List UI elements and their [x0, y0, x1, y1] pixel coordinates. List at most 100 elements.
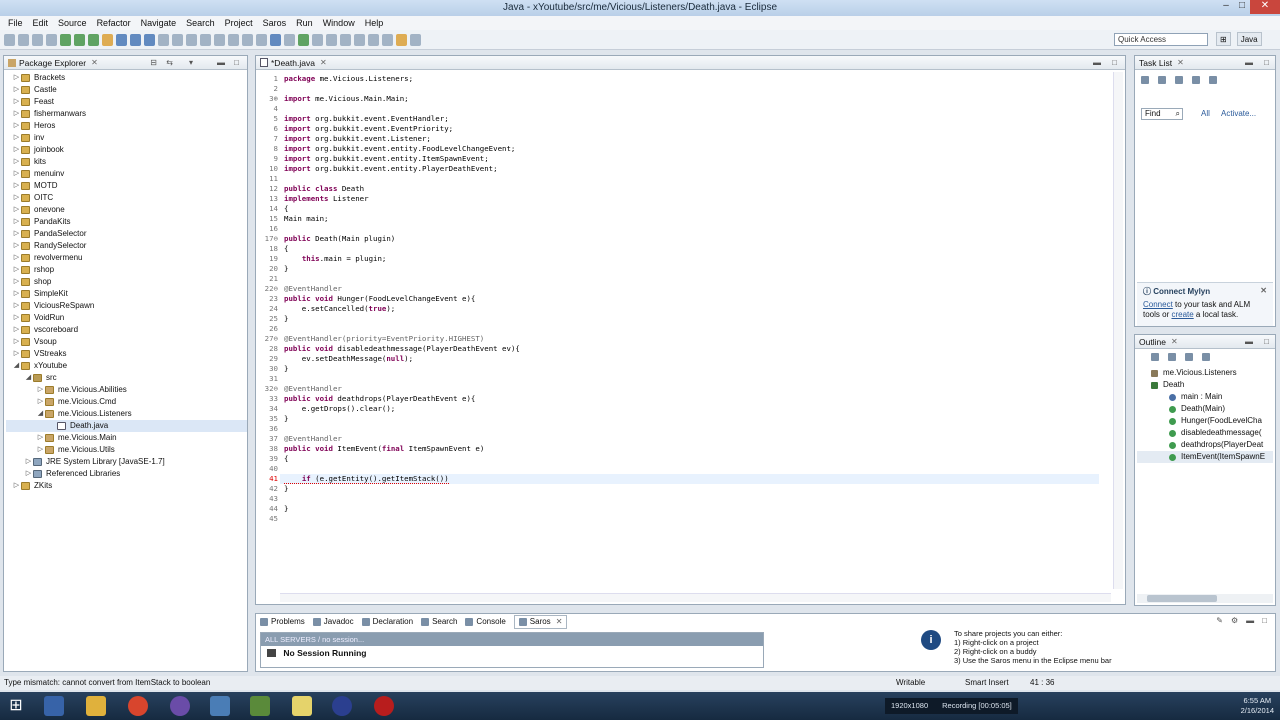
code-line[interactable]: @EventHandler [284, 284, 342, 294]
hide-fields-icon[interactable] [1168, 353, 1176, 361]
saros-icon[interactable] [270, 34, 281, 46]
windows-start-icon[interactable]: ⊞ [6, 696, 26, 716]
tab-task-list[interactable]: Task List ✕ [1135, 56, 1275, 70]
collapsed-arrow-icon[interactable]: ▷ [12, 264, 21, 276]
code-line[interactable]: } [284, 314, 288, 324]
code-line[interactable]: { [284, 204, 288, 214]
code-line[interactable]: } [284, 414, 288, 424]
expanded-arrow-icon[interactable]: ◢ [24, 372, 33, 384]
maximize-view-icon[interactable]: □ [1262, 616, 1267, 625]
code-line[interactable]: public Death(Main plugin) [284, 234, 395, 244]
code-line[interactable]: if (e.getEntity().getItemStack()) [284, 474, 449, 484]
menu-navigate[interactable]: Navigate [136, 16, 182, 30]
scrollbar-thumb[interactable] [1147, 595, 1217, 602]
maximize-button[interactable]: □ [1234, 0, 1250, 14]
tree-item[interactable]: ▷ revolvermenu [6, 252, 247, 264]
code-line[interactable]: public void Hunger(FoodLevelChangeEvent … [284, 294, 475, 304]
menu-refactor[interactable]: Refactor [92, 16, 136, 30]
minecraft-app-icon[interactable] [250, 696, 270, 716]
code-line[interactable]: import org.bukkit.event.entity.ItemSpawn… [284, 154, 489, 164]
saros-add-icon[interactable]: ✎ [1216, 616, 1223, 625]
horizontal-scrollbar[interactable] [1137, 594, 1273, 603]
collapsed-arrow-icon[interactable]: ▷ [12, 300, 21, 312]
code-line[interactable]: { [284, 454, 288, 464]
collapsed-arrow-icon[interactable]: ▷ [12, 216, 21, 228]
new-package-icon[interactable] [130, 34, 141, 46]
expanded-arrow-icon[interactable]: ◢ [36, 408, 45, 420]
tab-package-explorer[interactable]: Package Explorer ✕ [4, 56, 247, 70]
connect-link[interactable]: Connect [1143, 300, 1173, 309]
tab-death-java[interactable]: *Death.java ✕ [256, 56, 1125, 70]
browser-app-icon[interactable] [170, 696, 190, 716]
tree-item[interactable]: ▷ kits [6, 156, 247, 168]
save-icon[interactable] [18, 34, 29, 46]
code-line[interactable]: import me.Vicious.Main.Main; [284, 94, 409, 104]
view-menu-icon[interactable]: ▾ [189, 56, 193, 70]
outline-item[interactable]: me.Vicious.Listeners [1137, 367, 1273, 379]
create-link[interactable]: create [1171, 310, 1193, 319]
tab-search[interactable]: Search [421, 615, 457, 629]
tree-item[interactable]: ▷ Vsoup [6, 336, 247, 348]
collapsed-arrow-icon[interactable]: ▷ [12, 96, 21, 108]
tree-item[interactable]: ▷ vscoreboard [6, 324, 247, 336]
tree-item[interactable]: ▷ Brackets [6, 72, 247, 84]
tree-item[interactable]: ▷ PandaKits [6, 216, 247, 228]
collapsed-arrow-icon[interactable]: ▷ [12, 204, 21, 216]
tree-item[interactable]: ▷ OITC [6, 192, 247, 204]
minimize-view-icon[interactable]: ▬ [1093, 56, 1101, 70]
maximize-view-icon[interactable]: □ [234, 56, 239, 70]
tab-outline[interactable]: Outline ✕ [1135, 335, 1275, 349]
sync-icon[interactable] [1192, 76, 1200, 84]
tree-item[interactable]: ◢ xYoutube [6, 360, 247, 372]
minimize-view-icon[interactable]: ▬ [1245, 335, 1253, 349]
minimize-button[interactable]: – [1218, 0, 1234, 14]
tab-declaration[interactable]: Declaration [361, 615, 413, 629]
minimize-view-icon[interactable]: ▬ [1246, 616, 1254, 625]
quick-access-input[interactable]: Quick Access [1114, 33, 1208, 46]
next-annotation-icon[interactable] [186, 34, 197, 46]
collapsed-arrow-icon[interactable]: ▷ [12, 324, 21, 336]
tab-saros[interactable]: Saros ✕ [513, 615, 568, 629]
tree-item[interactable]: ▷ PandaSelector [6, 228, 247, 240]
collapsed-arrow-icon[interactable]: ▷ [12, 168, 21, 180]
new-icon[interactable] [4, 34, 15, 46]
new-task-icon[interactable] [1141, 76, 1149, 84]
minimize-view-icon[interactable]: ▬ [217, 56, 225, 70]
tree-item[interactable]: Death.java [6, 420, 247, 432]
collapsed-arrow-icon[interactable]: ▷ [12, 336, 21, 348]
code-line[interactable]: import org.bukkit.event.entity.FoodLevel… [284, 144, 515, 154]
outline-item[interactable]: Death(Main) [1137, 403, 1273, 415]
close-icon[interactable]: ✕ [320, 56, 327, 70]
collapsed-arrow-icon[interactable]: ▷ [12, 72, 21, 84]
menu-window[interactable]: Window [318, 16, 360, 30]
code-line[interactable]: public void ItemEvent(final ItemSpawnEve… [284, 444, 484, 454]
categorize-icon[interactable] [1158, 76, 1166, 84]
activate-link[interactable]: Activate... [1221, 109, 1256, 118]
vertical-scrollbar[interactable] [1113, 72, 1123, 589]
code-line[interactable]: } [284, 364, 288, 374]
profile-icon[interactable] [284, 34, 295, 46]
code-line[interactable]: @EventHandler [284, 384, 342, 394]
code-line[interactable]: } [284, 504, 288, 514]
toggle-mark-icon[interactable] [326, 34, 337, 46]
collapsed-arrow-icon[interactable]: ▷ [12, 276, 21, 288]
external-tools-icon[interactable] [102, 34, 113, 46]
tree-item[interactable]: ▷ Feast [6, 96, 247, 108]
tree-item[interactable]: ◢ src [6, 372, 247, 384]
eclipse-app-icon[interactable] [332, 696, 352, 716]
menu-source[interactable]: Source [53, 16, 92, 30]
collapsed-arrow-icon[interactable]: ▷ [12, 288, 21, 300]
tree-item[interactable]: ▷ inv [6, 132, 247, 144]
build-icon[interactable] [368, 34, 379, 46]
maximize-view-icon[interactable]: □ [1264, 56, 1269, 70]
collapse-icon[interactable] [1209, 76, 1217, 84]
collapsed-arrow-icon[interactable]: ▷ [12, 108, 21, 120]
collapsed-arrow-icon[interactable]: ▷ [12, 312, 21, 324]
run-icon[interactable] [74, 34, 85, 46]
system-clock[interactable]: 6:55 AM 2/16/2014 [1241, 696, 1274, 716]
run-config-icon[interactable] [88, 34, 99, 46]
tree-item[interactable]: ▷ ZKits [6, 480, 247, 492]
collapsed-arrow-icon[interactable]: ▷ [12, 240, 21, 252]
collapsed-arrow-icon[interactable]: ▷ [12, 228, 21, 240]
code-line[interactable]: e.setCancelled(true); [284, 304, 395, 314]
